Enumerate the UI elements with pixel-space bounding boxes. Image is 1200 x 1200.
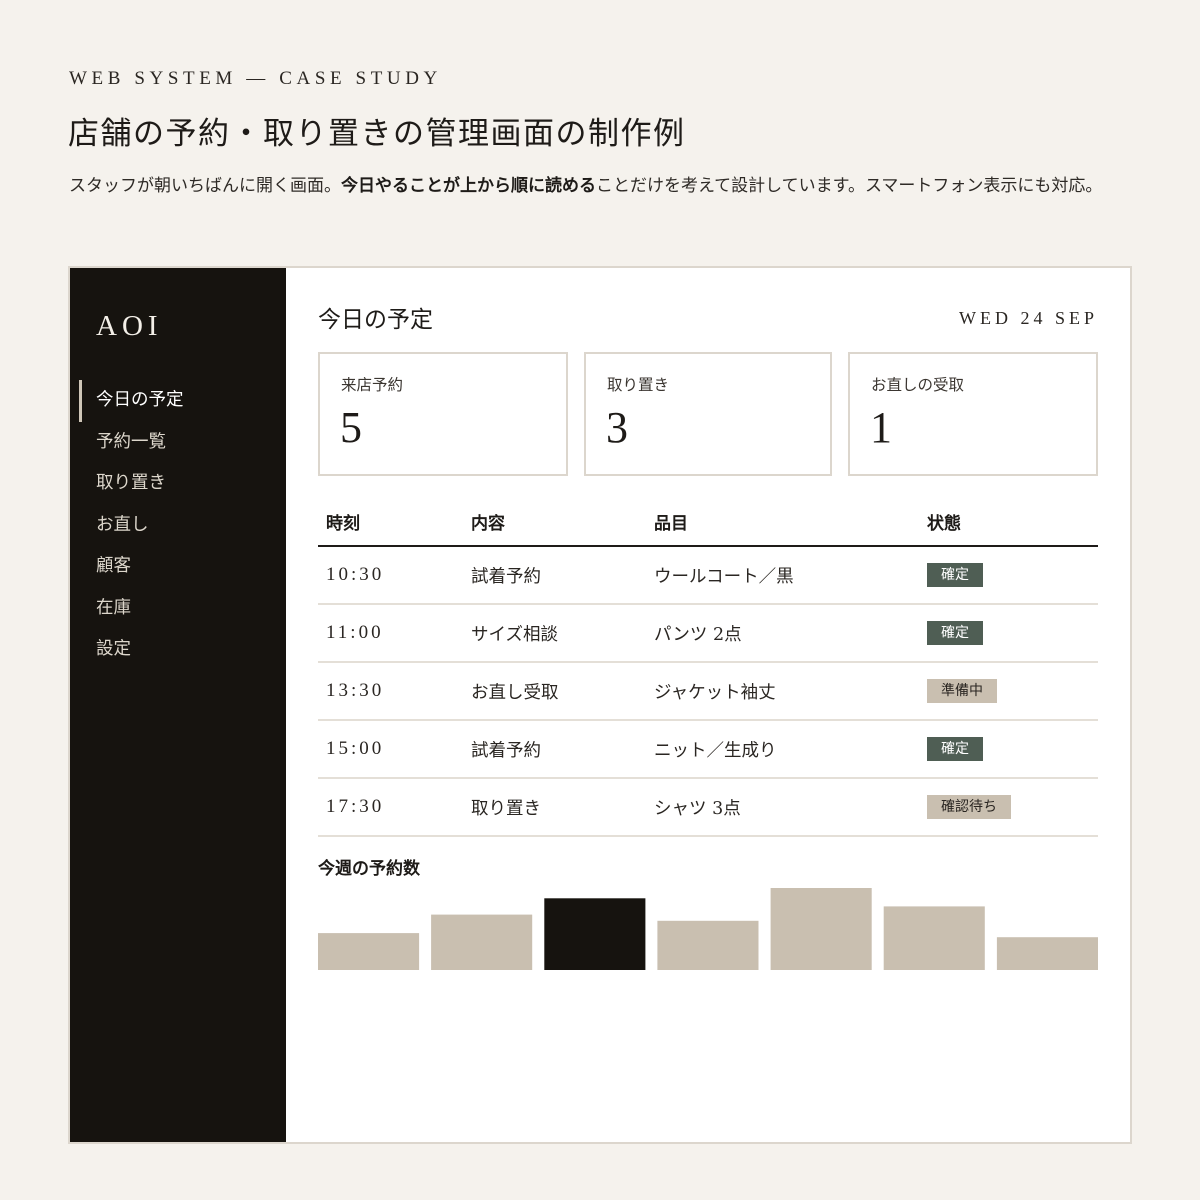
sidebar-item-inventory[interactable]: 在庫 bbox=[70, 588, 286, 630]
schedule-table: 時刻 内容 品目 状態 10:30 試着予約 ウールコート／黒 確定 11:00… bbox=[318, 502, 1098, 837]
cell-time: 13:30 bbox=[318, 662, 463, 721]
chart-bar bbox=[657, 920, 759, 970]
app-window: AOI 今日の予定 予約一覧 取り置き お直し 顧客 在庫 設定 今日の予定 W… bbox=[68, 266, 1132, 1144]
column-header-status[interactable]: 状態 bbox=[919, 502, 1098, 547]
sidebar-item-reservations[interactable]: 予約一覧 bbox=[70, 422, 286, 464]
chart-bar bbox=[431, 914, 533, 970]
table-header-row: 時刻 内容 品目 状態 bbox=[318, 502, 1098, 547]
cell-content: お直し受取 bbox=[463, 662, 646, 721]
cell-time: 11:00 bbox=[318, 604, 463, 663]
cell-time: 10:30 bbox=[318, 546, 463, 605]
stat-label: 取り置き bbox=[607, 376, 670, 394]
sidebar-item-holds[interactable]: 取り置き bbox=[70, 463, 286, 505]
cell-status: 確定 bbox=[919, 720, 1098, 779]
stat-card-holds[interactable]: 取り置き 3 bbox=[584, 352, 832, 476]
cell-content: サイズ相談 bbox=[463, 604, 646, 663]
cell-content: 試着予約 bbox=[463, 546, 646, 605]
cell-item: ウールコート／黒 bbox=[646, 546, 919, 605]
cell-item: ジャケット袖丈 bbox=[646, 662, 919, 721]
status-badge: 確定 bbox=[927, 737, 983, 761]
table-row[interactable]: 10:30 試着予約 ウールコート／黒 確定 bbox=[318, 546, 1098, 605]
column-header-content[interactable]: 内容 bbox=[463, 502, 646, 547]
chart-bar bbox=[318, 933, 420, 970]
lead-text: スタッフが朝いちばんに開く画面。今日やることが上から順に読めることだけを考えて設… bbox=[69, 170, 1139, 203]
chart-bar bbox=[544, 898, 646, 970]
stat-card-alterations[interactable]: お直しの受取 1 bbox=[848, 352, 1098, 476]
cell-status: 確認待ち bbox=[919, 778, 1098, 837]
chart-bar bbox=[770, 888, 872, 970]
weekly-bar-chart bbox=[318, 888, 1098, 970]
table-row[interactable]: 13:30 お直し受取 ジャケット袖丈 準備中 bbox=[318, 662, 1098, 721]
cell-item: ニット／生成り bbox=[646, 720, 919, 779]
column-header-item[interactable]: 品目 bbox=[646, 502, 919, 547]
sidebar-item-settings[interactable]: 設定 bbox=[70, 629, 286, 671]
stat-value: 3 bbox=[606, 403, 628, 452]
eyebrow: WEB SYSTEM — CASE STUDY bbox=[69, 68, 442, 89]
sidebar-nav: 今日の予定 予約一覧 取り置き お直し 顧客 在庫 設定 bbox=[70, 380, 286, 671]
stat-card-visits[interactable]: 来店予約 5 bbox=[318, 352, 568, 476]
lead-text-start: スタッフが朝いちばんに開く画面。 bbox=[69, 176, 341, 196]
lead-text-emphasis: 今日やることが上から順に読める bbox=[341, 176, 596, 196]
logo[interactable]: AOI bbox=[96, 310, 163, 343]
table-row[interactable]: 17:30 取り置き シャツ 3点 確認待ち bbox=[318, 778, 1098, 837]
stat-value: 1 bbox=[870, 403, 892, 452]
column-header-time[interactable]: 時刻 bbox=[318, 502, 463, 547]
sidebar: AOI 今日の予定 予約一覧 取り置き お直し 顧客 在庫 設定 bbox=[70, 268, 286, 1142]
current-date: WED 24 SEP bbox=[959, 308, 1098, 328]
sidebar-item-alterations[interactable]: お直し bbox=[70, 505, 286, 547]
sidebar-item-customers[interactable]: 顧客 bbox=[70, 546, 286, 588]
cell-item: シャツ 3点 bbox=[646, 778, 919, 837]
status-badge: 確定 bbox=[927, 621, 983, 645]
stat-label: 来店予約 bbox=[341, 376, 404, 394]
lead-text-end: ことだけを考えて設計しています。スマートフォン表示にも対応。 bbox=[596, 176, 1103, 196]
status-badge: 確定 bbox=[927, 563, 983, 587]
chart-bar bbox=[996, 937, 1098, 970]
stat-value: 5 bbox=[340, 403, 362, 452]
cell-status: 準備中 bbox=[919, 662, 1098, 721]
status-badge: 準備中 bbox=[927, 679, 997, 703]
stat-label: お直しの受取 bbox=[871, 376, 965, 394]
cell-content: 取り置き bbox=[463, 778, 646, 837]
cell-content: 試着予約 bbox=[463, 720, 646, 779]
cell-time: 15:00 bbox=[318, 720, 463, 779]
cell-item: パンツ 2点 bbox=[646, 604, 919, 663]
sidebar-item-today[interactable]: 今日の予定 bbox=[70, 380, 286, 422]
status-badge: 確認待ち bbox=[927, 795, 1011, 819]
weekly-chart-title: 今週の予約数 bbox=[318, 859, 420, 879]
table-row[interactable]: 15:00 試着予約 ニット／生成り 確定 bbox=[318, 720, 1098, 779]
chart-bar bbox=[883, 906, 985, 970]
cell-time: 17:30 bbox=[318, 778, 463, 837]
page-title: 店舗の予約・取り置きの管理画面の制作例 bbox=[68, 116, 686, 152]
section-title: 今日の予定 bbox=[318, 307, 433, 333]
cell-status: 確定 bbox=[919, 546, 1098, 605]
table-row[interactable]: 11:00 サイズ相談 パンツ 2点 確定 bbox=[318, 604, 1098, 663]
cell-status: 確定 bbox=[919, 604, 1098, 663]
main-content: 今日の予定 WED 24 SEP 来店予約 5 取り置き 3 お直しの受取 1 … bbox=[286, 268, 1130, 1142]
